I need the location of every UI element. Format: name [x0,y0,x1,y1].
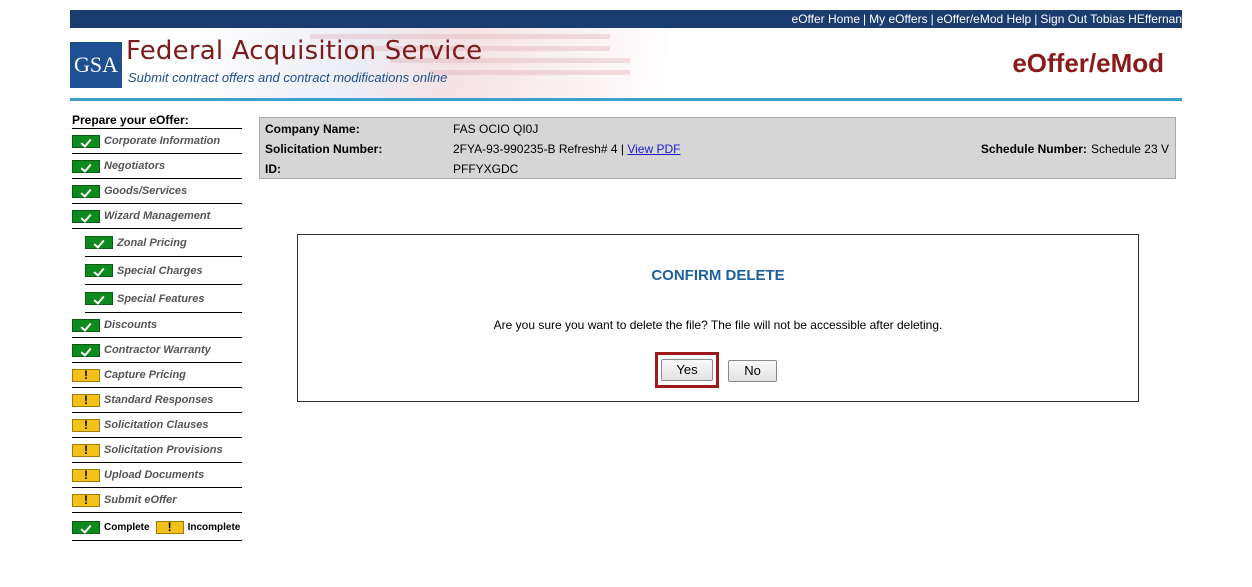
sidebar-item-corporate-information[interactable]: Corporate Information [72,129,242,154]
solicitation-number-value: 2FYA-93-990235-B Refresh# 4 | View PDF [453,142,680,156]
incomplete-warning-icon [155,520,184,534]
sidebar-item-label: Corporate Information [104,135,221,147]
sidebar-item-upload-documents[interactable]: Upload Documents [72,463,242,488]
complete-check-icon [72,318,100,332]
complete-check-icon [72,184,100,198]
incomplete-warning-icon [72,368,100,382]
app-title: eOffer/eMod [1012,48,1164,78]
complete-check-icon [85,236,113,249]
sidebar-item-zonal-pricing[interactable]: Zonal Pricing [85,229,242,257]
nav-my-eoffers-link[interactable]: My eOffers [869,12,927,26]
agency-subtitle: Submit contract offers and contract modi… [128,70,448,85]
sidebar-item-negotiators[interactable]: Negotiators [72,154,242,179]
sidebar-items: Corporate Information Negotiators Goods/Se… [72,129,242,513]
sidebar-item-label: Submit eOffer [104,494,177,506]
complete-check-icon [72,159,100,173]
sidebar-item-label: Solicitation Clauses [104,419,209,431]
sidebar-item-label: Standard Responses [104,394,214,406]
sidebar-item-label: Discounts [104,319,158,331]
sidebar-item-submit-eoffer[interactable]: Submit eOffer [72,488,242,513]
sidebar-item-wizard-management[interactable]: Wizard Management [72,204,242,229]
incomplete-warning-icon [72,418,100,432]
top-nav-links: eOffer Home | My eOffers | eOffer/eMod Help |… [792,10,1182,28]
yes-button-highlight: Yes [655,352,719,388]
confirm-delete-dialog: CONFIRM DELETE Are you sure you want to … [297,234,1139,402]
sidebar-item-label: Special Charges [117,264,203,277]
no-button[interactable]: No [728,360,777,382]
complete-check-icon [72,209,100,223]
dialog-title: CONFIRM DELETE [651,267,785,284]
sidebar-item-label: Goods/Services [104,185,188,197]
sidebar-item-goods-services[interactable]: Goods/Services [72,179,242,204]
sidebar-item-solicitation-provisions[interactable]: Solicitation Provisions [72,438,242,463]
agency-title: Federal Acquisition Service [126,36,483,66]
sidebar-item-label: Solicitation Provisions [104,444,223,456]
status-legend: Complete Incomplete [72,515,242,541]
incomplete-warning-icon [72,443,100,457]
sidebar-item-label: Negotiators [104,160,166,172]
sidebar-item-standard-responses[interactable]: Standard Responses [72,388,242,413]
sidebar-item-solicitation-clauses[interactable]: Solicitation Clauses [72,413,242,438]
top-nav-bar: eOffer Home | My eOffers | eOffer/eMod Help |… [70,10,1182,28]
nav-help-link[interactable]: eOffer/eMod Help [937,12,1032,26]
complete-check-icon [72,134,100,148]
sidebar-item-label: Contractor Warranty [104,344,211,356]
nav-separator: | [930,12,934,26]
progress-sidebar: Prepare your eOffer: Corporate Informati… [72,111,242,541]
sidebar-item-label: Wizard Management [104,210,211,222]
incomplete-warning-icon [72,468,100,482]
solicitation-number-text: 2FYA-93-990235-B Refresh# 4 | [453,142,624,156]
sidebar-item-label: Capture Pricing [104,369,186,381]
schedule-number: Schedule Number: Schedule 23 V [981,142,1169,156]
view-pdf-link[interactable]: View PDF [627,142,680,156]
nav-separator: | [863,12,867,26]
yes-button[interactable]: Yes [661,359,713,381]
sidebar-item-contractor-warranty[interactable]: Contractor Warranty [72,338,242,363]
company-name-value: FAS OCIO QI0J [453,122,539,136]
sidebar-item-discounts[interactable]: Discounts [72,313,242,338]
nav-separator: | [1034,12,1038,26]
sidebar-item-special-charges[interactable]: Special Charges [85,257,242,285]
sidebar-item-label: Zonal Pricing [117,236,187,249]
sidebar-item-label: Upload Documents [104,469,205,481]
header-divider [70,98,1182,101]
offer-info-panel: Company Name: FAS OCIO QI0J Solicitation… [259,117,1176,179]
complete-check-icon [72,521,100,534]
nav-sign-out-link[interactable]: Sign Out Tobias HEffernan [1040,12,1182,26]
gsa-logo: GSA [70,42,122,88]
company-name-label: Company Name: [265,122,360,136]
complete-check-icon [72,343,100,357]
legend-complete-label: Complete [104,522,150,533]
incomplete-warning-icon [72,493,100,507]
complete-check-icon [85,292,113,305]
schedule-number-label: Schedule Number: [980,142,1087,156]
sidebar-heading: Prepare your eOffer: [72,111,242,129]
nav-eoffer-home-link[interactable]: eOffer Home [792,12,860,26]
schedule-number-value: Schedule 23 V [1090,142,1169,156]
dialog-message: Are you sure you want to delete the file… [493,318,943,332]
incomplete-warning-icon [72,393,100,407]
legend-incomplete-label: Incomplete [187,522,241,533]
id-value: PFFYXGDC [453,162,519,176]
solicitation-number-label: Solicitation Number: [265,142,383,156]
id-label: ID: [265,162,281,176]
sidebar-item-label: Special Features [117,292,205,305]
complete-check-icon [85,264,113,277]
sidebar-item-capture-pricing[interactable]: Capture Pricing [72,363,242,388]
site-header: GSA Federal Acquisition Service Submit c… [70,28,1182,98]
sidebar-item-special-features[interactable]: Special Features [85,285,242,313]
